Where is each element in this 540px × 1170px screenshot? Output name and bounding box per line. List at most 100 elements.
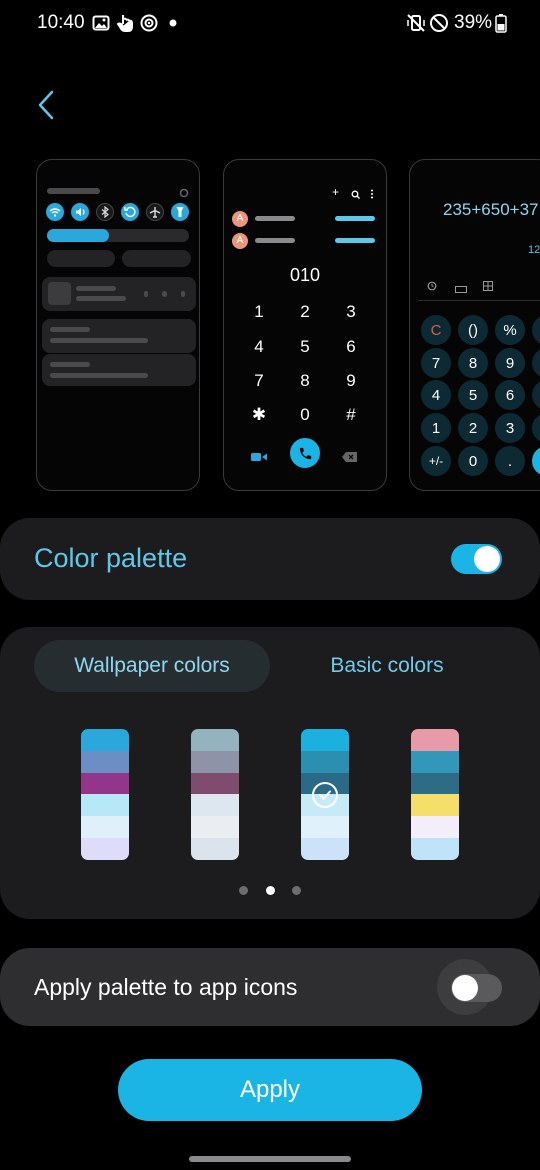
wifi-icon [46, 203, 64, 221]
tab-wallpaper-colors[interactable]: Wallpaper colors [34, 640, 270, 692]
dial-key-star: ✱ [251, 405, 267, 424]
dial-key-5: 5 [300, 337, 310, 356]
contact-avatar-1: A [232, 211, 248, 227]
bluetooth-icon [96, 203, 114, 221]
calc-key-5: 5 [458, 380, 488, 410]
swatch-band [191, 729, 239, 751]
dial-key-0: 0 [300, 405, 310, 424]
media-output-pill [122, 250, 191, 267]
calc-expression: 235+650+37 [443, 200, 539, 219]
swatch-band [81, 772, 129, 795]
dot-icon [162, 12, 184, 34]
swatch-band [191, 750, 239, 773]
calc-key-6: 6 [495, 380, 525, 410]
vibrate-off-icon [405, 12, 427, 34]
backspace-icon [342, 449, 357, 467]
home-indicator[interactable] [189, 1156, 351, 1162]
call-icon [290, 438, 320, 468]
brightness-slider [47, 229, 189, 242]
calc-key-9: 9 [495, 348, 525, 378]
quick-panel-preview[interactable] [36, 159, 200, 491]
add-icon: + [332, 185, 340, 199]
calc-key-decimal: . [495, 446, 525, 476]
palette-swatch-3[interactable] [301, 729, 349, 860]
scientific-icon [483, 278, 493, 296]
device-control-pill [47, 250, 115, 267]
palette-swatch-4[interactable] [411, 729, 459, 860]
color-palette-card[interactable]: Color palette [0, 518, 540, 600]
do-not-disturb-icon [428, 12, 450, 34]
page-dot-2[interactable] [266, 886, 275, 895]
calc-key-clear: C [421, 315, 451, 345]
rotate-icon [121, 203, 139, 221]
calculator-preview[interactable]: 235+650+37 12 C () % 7 8 9 4 5 6 1 2 3 +… [409, 159, 540, 491]
swatch-band [81, 729, 129, 751]
switch-knob [452, 975, 478, 1001]
image-icon [90, 12, 112, 34]
swatch-band [81, 838, 129, 860]
swatch-band [411, 816, 459, 839]
app-icons-card[interactable]: Apply palette to app icons [0, 948, 540, 1026]
more-icon [370, 186, 374, 204]
gear-icon [179, 185, 189, 203]
color-palette-label: Color palette [34, 543, 188, 573]
switch-knob [474, 546, 500, 572]
video-call-icon [251, 449, 267, 467]
app-icons-label: Apply palette to app icons [34, 974, 298, 1000]
dial-key-1: 1 [254, 302, 264, 321]
search-icon [351, 186, 360, 204]
calc-result: 12 [528, 244, 540, 256]
dial-key-3: 3 [346, 302, 356, 321]
swatch-band [191, 816, 239, 839]
contact-avatar-2: A [232, 233, 248, 249]
notification-card-1 [42, 319, 196, 353]
calc-key-parens: () [458, 315, 488, 345]
dialed-number: 010 [289, 265, 321, 285]
dial-key-2: 2 [300, 302, 310, 321]
apply-button[interactable]: Apply [118, 1059, 422, 1121]
swatch-band [301, 816, 349, 839]
preview-title-line [47, 188, 100, 194]
dialer-preview[interactable]: + A A 010 1 2 3 4 5 6 7 8 9 ✱ 0 # [223, 159, 387, 491]
calc-key-sign: +/- [421, 446, 451, 476]
color-palette-switch[interactable] [451, 544, 502, 574]
swatch-band [411, 729, 459, 751]
swatch-band [191, 794, 239, 817]
palette-swatch-2[interactable] [191, 729, 239, 860]
sync-target-icon [138, 12, 160, 34]
dial-key-9: 9 [346, 371, 356, 390]
page-dot-1[interactable] [239, 886, 248, 895]
calc-key-8: 8 [458, 348, 488, 378]
swatch-band [191, 838, 239, 860]
flashlight-icon [171, 203, 189, 221]
calc-key-2: 2 [458, 413, 488, 443]
status-bar: 10:40 39% [0, 0, 540, 48]
calc-key-1: 1 [421, 413, 451, 443]
tab-basic-colors[interactable]: Basic colors [268, 640, 506, 692]
brightness-slider-fill [47, 229, 109, 242]
chevron-left-icon [38, 90, 54, 120]
swatch-band [301, 838, 349, 860]
notification-card-2 [42, 354, 196, 386]
airplane-icon [146, 203, 164, 221]
battery-icon [490, 12, 512, 34]
dial-key-hash: # [346, 405, 356, 424]
app-icons-switch[interactable] [451, 974, 502, 1002]
palette-options-card: Wallpaper colors Basic colors [0, 627, 540, 919]
calc-key-3: 3 [495, 413, 525, 443]
media-card [42, 277, 196, 311]
swatch-band [301, 729, 349, 751]
sound-icon [71, 203, 89, 221]
swatch-band [411, 750, 459, 773]
battery-percent: 39% [454, 12, 493, 33]
dial-key-8: 8 [300, 371, 310, 390]
dial-key-7: 7 [254, 371, 264, 390]
calc-key-4: 4 [421, 380, 451, 410]
palette-swatch-1[interactable] [81, 729, 129, 860]
swatch-band [301, 750, 349, 773]
calc-key-0: 0 [458, 446, 488, 476]
swatch-band [81, 816, 129, 839]
back-button[interactable] [30, 88, 62, 122]
page-dot-3[interactable] [292, 886, 301, 895]
swatch-band [191, 772, 239, 795]
